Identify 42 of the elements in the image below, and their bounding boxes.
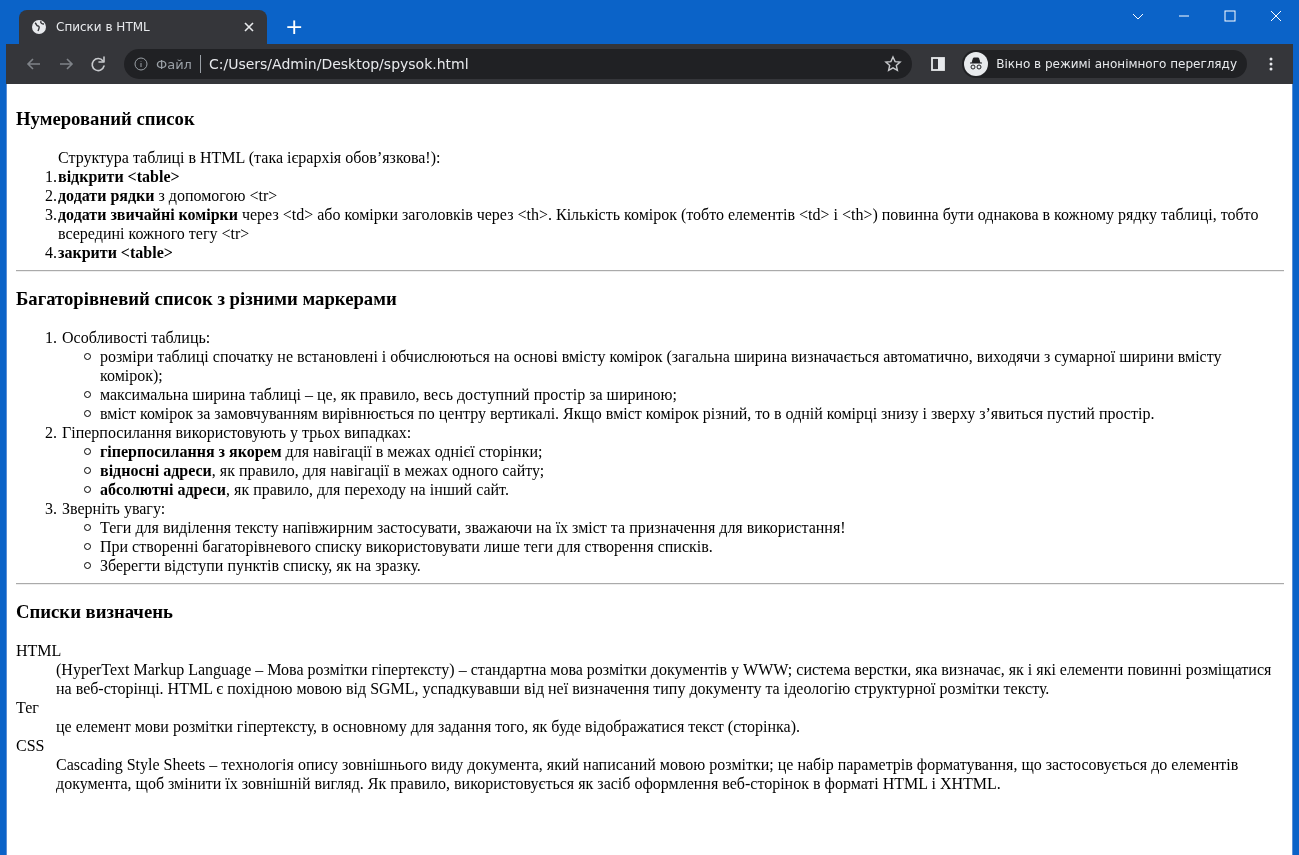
security-label: Файл xyxy=(156,56,192,72)
section-heading: Багаторівневий список з різними маркерами xyxy=(16,288,398,310)
address-bar[interactable]: Файл C:/Users/Admin/Desktop/spysok.html xyxy=(124,49,913,79)
list-item: абсолютні адреси, як правило, для переходу на інший сайт. xyxy=(100,480,509,499)
list-number: 3. xyxy=(45,500,58,517)
url-text: C:/Users/Admin/Desktop/spysok.html xyxy=(208,56,470,72)
list-item: гіперпосилання з якорем для навігації в межах однієї сторінки; xyxy=(100,442,543,461)
list-number: 3. xyxy=(45,206,58,223)
definition-text: це елемент мови розмітки гіпертексту, в основному для задання того, як буде відображатися текст (сторінка). xyxy=(56,717,801,736)
list-number: 2. xyxy=(45,424,58,441)
incognito-label: Вікно в режимі анонімного перегляду xyxy=(996,57,1237,71)
list-item: Гіперпосилання використовують у трьох випадках: xyxy=(62,423,412,442)
list-number: 4. xyxy=(45,244,58,261)
list-item: максимальна ширина таблиці – це, як правило, весь доступний простір за шириною; xyxy=(100,385,677,404)
list-item: відносні адреси, як правило, для навігації в межах одного сайту; xyxy=(100,461,545,480)
intro-text: Структура таблиці в HTML (така ієрархія обов’язкова!): xyxy=(58,148,442,167)
list-item: додати рядки з допомогою <tr> xyxy=(58,186,278,205)
definition-text: Cascading Style Sheets – технологія опису зовнішнього виду документа, який написаний мовою розмітки; це набір параметрів форматування, що застосовується до елементів документа, щоб змінити їх зовнішній вигляд. Як правило, використовується як засіб оформлення веб-сторінок в форматі HTML і XHTML. xyxy=(56,755,1240,793)
section-heading: Списки визначень xyxy=(16,601,174,623)
list-number: 1. xyxy=(45,168,58,185)
definition-term: HTML xyxy=(16,641,63,660)
info-icon[interactable] xyxy=(134,57,148,71)
definition-text: (HyperText Markup Language – Мова розмітки гіпертексту) – стандартна мова розмітки документів у WWW; система верстки, яка визначає, як і які елементи повинні розміщатися на веб-сторінці. HTML є похідною мовою від SGML, успадкувавши від неї визначення типу документу та ідеологію структурної розмітки тексту. xyxy=(56,660,1273,698)
list-item: розміри таблиці спочатку не встановлені і обчислюються на основі вмісту комірок (загальна ширина визначається автоматично, виходячи з сумарної ширини вмісту комірок); xyxy=(100,347,1223,385)
list-number: 1. xyxy=(45,329,58,346)
globe-icon xyxy=(31,19,47,35)
list-item: Зверніть увагу: xyxy=(62,499,166,518)
definition-term: Тег xyxy=(16,698,40,717)
list-item: закрити <table> xyxy=(58,243,173,262)
new-tab-button[interactable]: + xyxy=(281,16,308,38)
list-item: вміст комірок за замовчуванням вирівнюється по центру вертикалі. Якщо вміст комірок різний, то в одній комірці знизу і зверху з’явиться пустий простір. xyxy=(100,404,1155,423)
list-item: Особливості таблиць: xyxy=(62,328,211,347)
incognito-icon[interactable] xyxy=(964,52,989,76)
section-heading: Нумерований список xyxy=(16,108,196,130)
list-item: При створенні багаторівневого списку використовувати лише теги для створення списків. xyxy=(100,537,713,556)
list-item: Зберегти відступи пунктів списку, як на зразку. xyxy=(100,556,421,575)
list-item: Теги для виділення тексту напівжирним застосувати, зважаючи на їх зміст та призначення для використання! xyxy=(100,518,846,537)
list-item: відкрити <table> xyxy=(58,167,180,186)
browser-tab[interactable]: Списки в HTML xyxy=(19,10,267,44)
star-icon[interactable] xyxy=(884,55,903,73)
list-number: 2. xyxy=(45,187,58,204)
definition-term: CSS xyxy=(16,736,46,755)
